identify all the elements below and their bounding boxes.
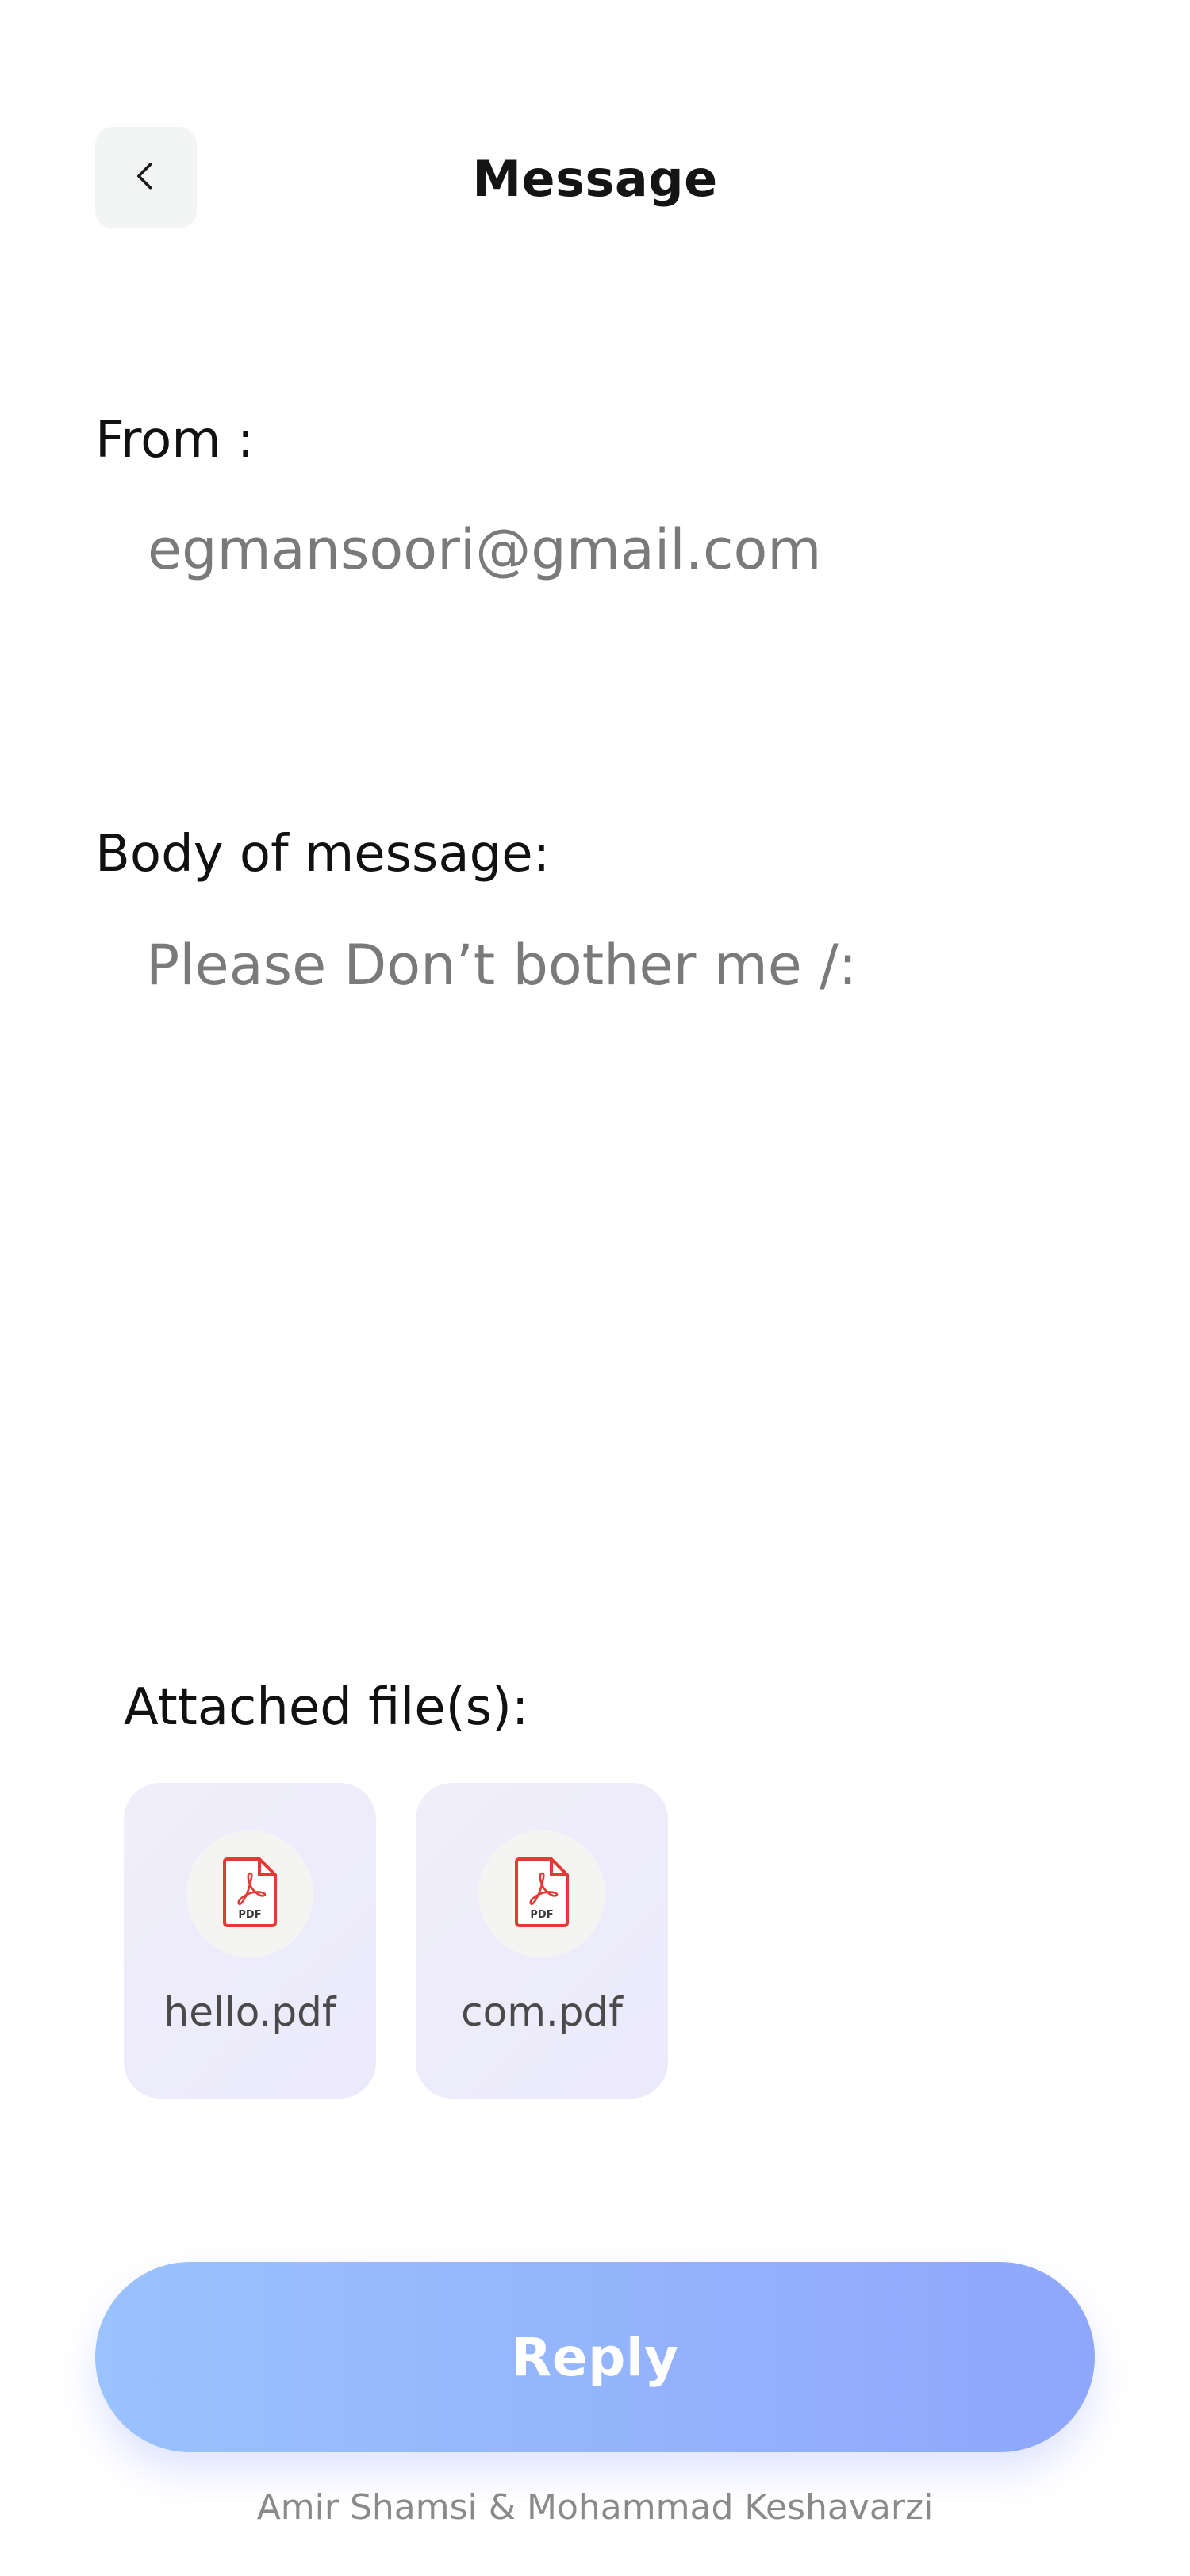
body-label: Body of message:: [95, 825, 551, 884]
svg-text:PDF: PDF: [530, 1909, 553, 1921]
reply-button[interactable]: Reply: [95, 2262, 1095, 2452]
from-label: From :: [95, 411, 255, 470]
page-title: Message: [472, 149, 718, 208]
attachments-label: Attached file(s):: [124, 1678, 529, 1737]
svg-text:PDF: PDF: [238, 1909, 261, 1921]
attachment-card-com[interactable]: PDF com.pdf: [416, 1783, 668, 2099]
attachment-name: hello.pdf: [163, 1989, 336, 2035]
file-icon-circle: PDF: [186, 1830, 313, 1957]
pdf-file-icon: PDF: [220, 1856, 280, 1932]
credits-text: Amir Shamsi & Mohammad Keshavarzi: [256, 2487, 934, 2528]
attachments-list: PDF hello.pdf PDF com.pdf: [124, 1783, 668, 2099]
from-value: egmansoori@gmail.com: [148, 517, 822, 582]
pdf-file-icon: PDF: [512, 1856, 572, 1932]
back-button[interactable]: [95, 127, 197, 228]
chevron-left-icon: [129, 159, 163, 197]
body-value: Please Don’t bother me /:: [146, 933, 858, 998]
attachment-card-hello[interactable]: PDF hello.pdf: [124, 1783, 376, 2099]
attachment-name: com.pdf: [461, 1989, 623, 2035]
file-icon-circle: PDF: [478, 1830, 605, 1957]
reply-button-label: Reply: [511, 2326, 679, 2388]
